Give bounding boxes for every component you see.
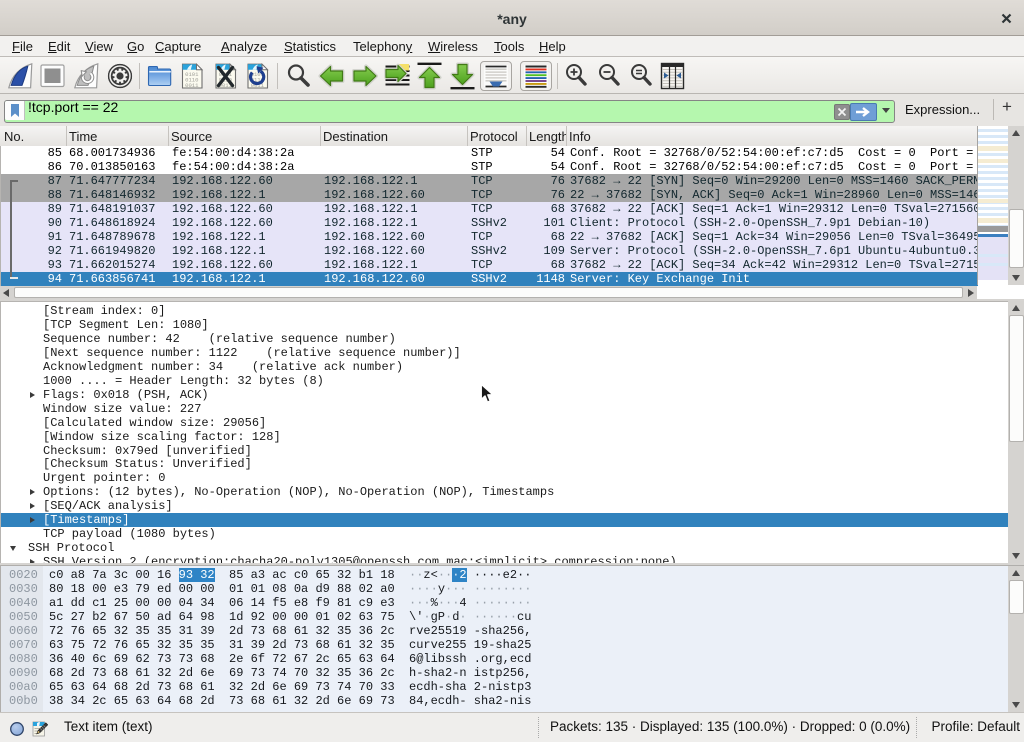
svg-text:0011: 0011 [185, 82, 199, 89]
